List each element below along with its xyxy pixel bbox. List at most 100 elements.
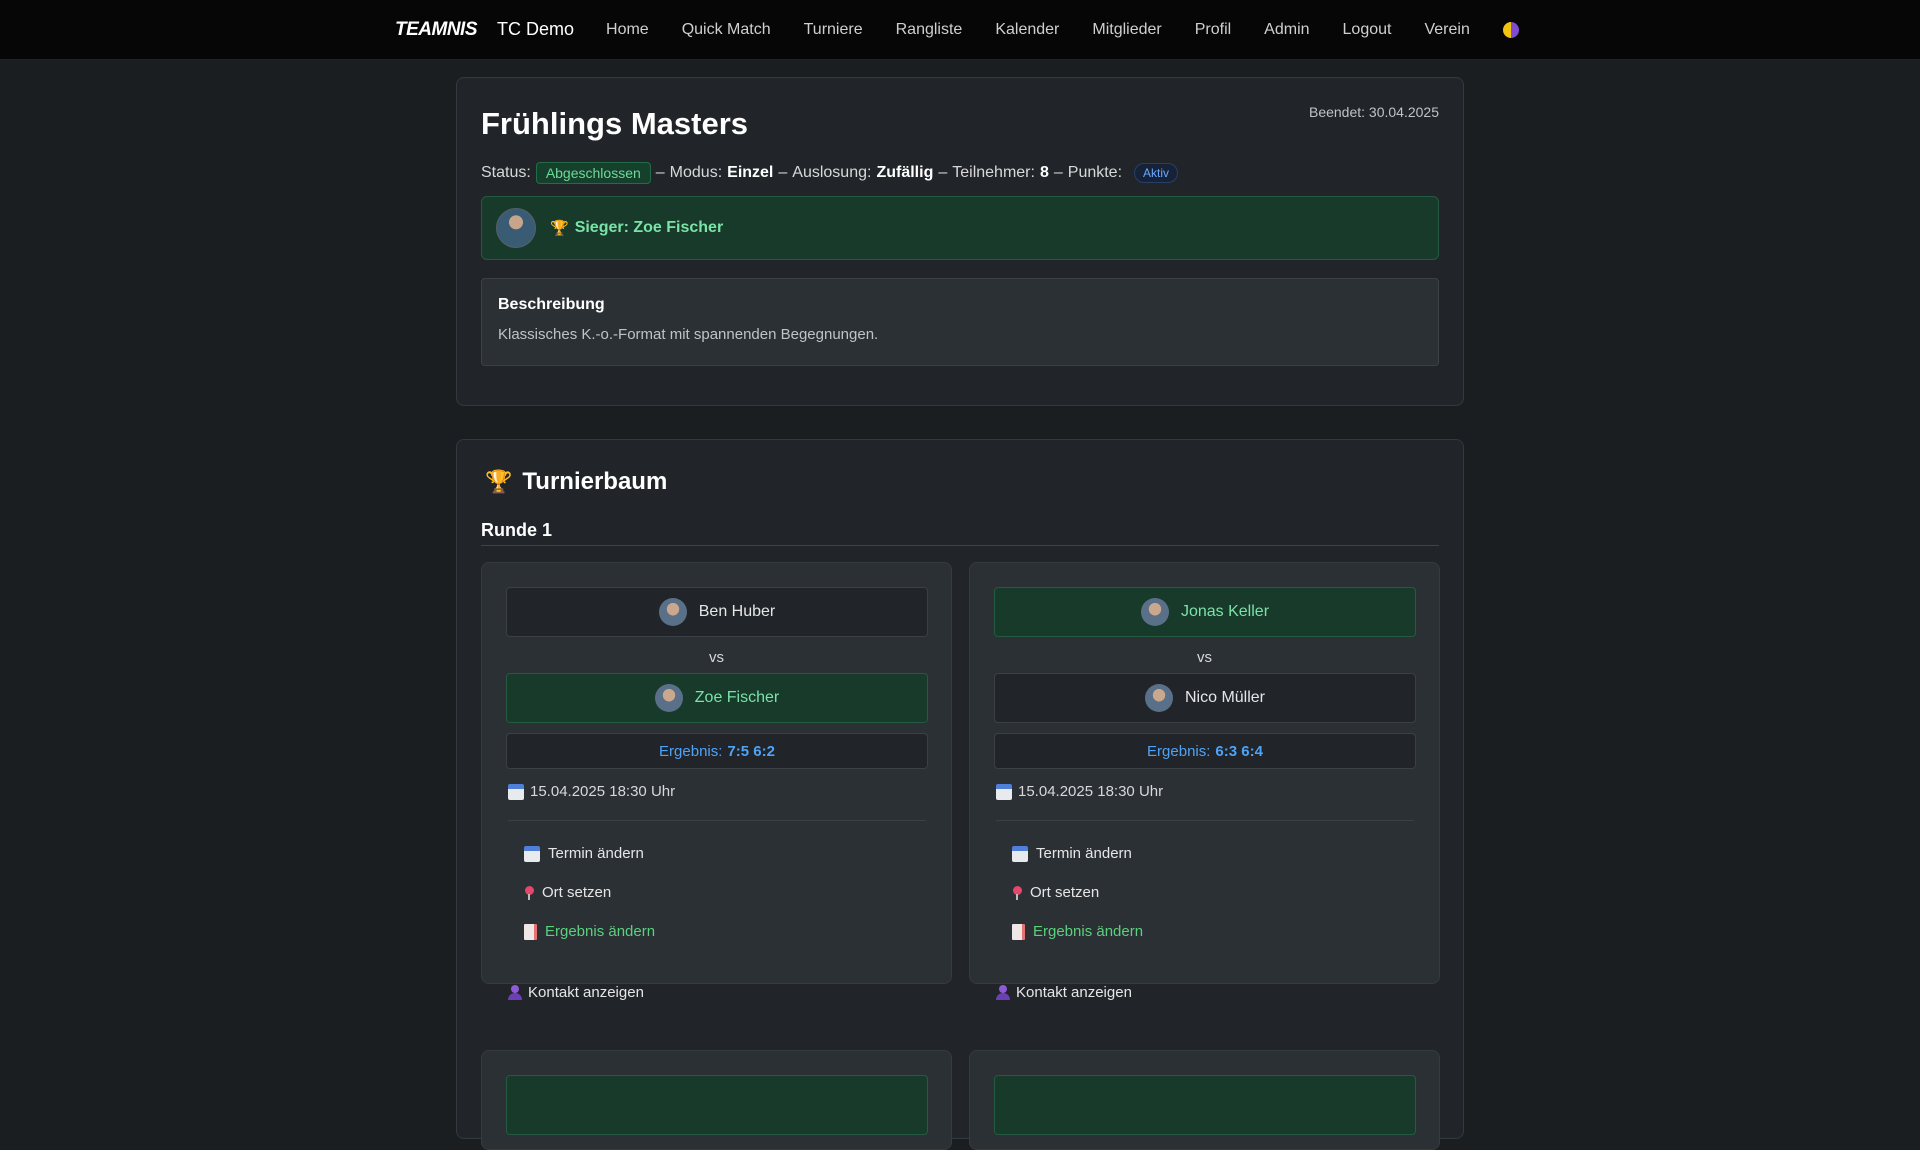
match-date: 15.04.2025 18:30 Uhr bbox=[996, 783, 1163, 800]
player-avatar bbox=[658, 598, 687, 626]
result-value: 7:5 6:2 bbox=[727, 742, 775, 760]
tournament-tree-card: 🏆 Turnierbaum Runde 1 Ben Huber vs Zoe F… bbox=[456, 439, 1464, 1150]
description-box: Beschreibung Klassisches K.-o.-Format mi… bbox=[481, 278, 1439, 366]
set-location-link[interactable]: Ort setzen bbox=[524, 884, 611, 901]
player-avatar bbox=[1140, 598, 1169, 626]
player-name: Ben Huber bbox=[698, 603, 776, 620]
brand-name[interactable]: TC Demo bbox=[497, 19, 574, 40]
calendar-icon bbox=[996, 783, 1012, 800]
match-card: Ben Huber vs Zoe Fischer Ergebnis: 7:5 6… bbox=[481, 562, 952, 1001]
nav-turniere[interactable]: Turniere bbox=[804, 21, 863, 39]
action-label: Ergebnis ändern bbox=[1033, 923, 1144, 940]
set-location-link[interactable]: Ort setzen bbox=[1012, 884, 1099, 901]
points-label: Punkte: bbox=[1067, 164, 1123, 181]
player-slot[interactable]: Ben Huber bbox=[506, 587, 928, 637]
ended-date: Beendet: 30.04.2025 bbox=[1308, 104, 1439, 120]
show-contact-link[interactable]: Kontakt anzeigen bbox=[508, 984, 644, 1001]
trophy-icon: 🏆 bbox=[485, 469, 513, 494]
divider bbox=[996, 820, 1414, 821]
participants-label: Teilnehmer: bbox=[952, 164, 1035, 181]
player-name: Zoe Fischer bbox=[694, 689, 780, 706]
document-icon bbox=[524, 923, 537, 940]
result-label: Ergebnis: bbox=[1147, 742, 1211, 760]
player-name: Nico Müller bbox=[1184, 689, 1265, 706]
divider bbox=[508, 820, 926, 821]
status-badge: Abgeschlossen bbox=[535, 162, 651, 184]
player-name: Jonas Keller bbox=[1180, 603, 1270, 620]
player-avatar bbox=[654, 684, 683, 712]
change-result-link[interactable]: Ergebnis ändern bbox=[1012, 923, 1143, 940]
vs-label: vs bbox=[1197, 649, 1212, 666]
calendar-icon bbox=[1012, 845, 1028, 862]
contact-label: Kontakt anzeigen bbox=[1016, 984, 1132, 1001]
participants-value: 8 bbox=[1039, 164, 1049, 181]
trophy-icon: 🏆 bbox=[550, 220, 569, 237]
vs-label: vs bbox=[709, 649, 724, 666]
theme-toggle-icon[interactable] bbox=[1502, 21, 1519, 38]
top-navbar: TEAMNIS TC Demo Home Quick Match Turnier… bbox=[0, 0, 1920, 60]
nav-home[interactable]: Home bbox=[606, 21, 649, 39]
match-date-text: 15.04.2025 18:30 Uhr bbox=[1018, 783, 1164, 800]
winner-banner: 🏆 Sieger: Zoe Fischer bbox=[481, 196, 1439, 260]
draw-label: Auslosung: bbox=[792, 164, 872, 181]
nav-logout[interactable]: Logout bbox=[1343, 21, 1392, 39]
show-contact-link[interactable]: Kontakt anzeigen bbox=[996, 984, 1132, 1001]
status-label: Status: bbox=[481, 164, 531, 181]
nav-rangliste[interactable]: Rangliste bbox=[896, 21, 963, 39]
separator: – bbox=[655, 164, 665, 181]
result-label: Ergebnis: bbox=[659, 742, 723, 760]
nav-verein[interactable]: Verein bbox=[1424, 21, 1469, 39]
result-box: Ergebnis: 7:5 6:2 bbox=[506, 733, 928, 769]
action-label: Ort setzen bbox=[1030, 884, 1100, 901]
separator: – bbox=[1053, 164, 1063, 181]
change-date-link[interactable]: Termin ändern bbox=[1012, 845, 1132, 862]
nav-profil[interactable]: Profil bbox=[1195, 21, 1231, 39]
calendar-icon bbox=[524, 845, 540, 862]
nav-kalender[interactable]: Kalender bbox=[995, 21, 1059, 39]
nav-admin[interactable]: Admin bbox=[1264, 21, 1309, 39]
pin-icon bbox=[524, 885, 534, 900]
tournament-title: Frühlings Masters bbox=[481, 106, 748, 141]
player-slot-winner[interactable] bbox=[506, 1075, 928, 1135]
change-date-link[interactable]: Termin ändern bbox=[524, 845, 644, 862]
separator: – bbox=[778, 164, 788, 181]
action-label: Ergebnis ändern bbox=[545, 923, 656, 940]
match-card bbox=[969, 1050, 1440, 1150]
points-badge: Aktiv bbox=[1134, 163, 1179, 183]
tree-title: 🏆 Turnierbaum bbox=[485, 468, 667, 496]
match-date-text: 15.04.2025 18:30 Uhr bbox=[530, 783, 676, 800]
result-box: Ergebnis: 6:3 6:4 bbox=[994, 733, 1416, 769]
calendar-icon bbox=[508, 783, 524, 800]
result-value: 6:3 6:4 bbox=[1215, 742, 1263, 760]
winner-text: Sieger: Zoe Fischer bbox=[574, 219, 724, 236]
player-avatar bbox=[1144, 684, 1173, 712]
nav-mitglieder[interactable]: Mitglieder bbox=[1092, 21, 1161, 39]
document-icon bbox=[1012, 923, 1025, 940]
winner-avatar bbox=[496, 208, 536, 248]
draw-value: Zufällig bbox=[876, 164, 934, 181]
logo-text: TEAMNIS bbox=[395, 18, 478, 40]
change-result-link[interactable]: Ergebnis ändern bbox=[524, 923, 655, 940]
match-date: 15.04.2025 18:30 Uhr bbox=[508, 783, 675, 800]
round-divider bbox=[481, 545, 1439, 546]
contact-label: Kontakt anzeigen bbox=[528, 984, 644, 1001]
mode-value: Einzel bbox=[727, 164, 774, 181]
teamnis-logo[interactable]: TEAMNIS bbox=[395, 18, 478, 41]
pin-icon bbox=[1012, 885, 1022, 900]
player-slot-winner[interactable]: Jonas Keller bbox=[994, 587, 1416, 637]
description-title: Beschreibung bbox=[498, 296, 605, 313]
status-line: Status: Abgeschlossen – Modus: Einzel – … bbox=[481, 162, 1179, 184]
action-label: Termin ändern bbox=[548, 845, 644, 862]
round-title: Runde 1 bbox=[481, 520, 553, 540]
mode-label: Modus: bbox=[669, 164, 723, 181]
player-slot-winner[interactable]: Zoe Fischer bbox=[506, 673, 928, 723]
player-slot[interactable]: Nico Müller bbox=[994, 673, 1416, 723]
user-icon bbox=[996, 985, 1010, 1000]
nav-quick-match[interactable]: Quick Match bbox=[682, 21, 771, 39]
action-label: Termin ändern bbox=[1036, 845, 1132, 862]
tree-title-text: Turnierbaum bbox=[522, 468, 668, 495]
tournament-info-card: Frühlings Masters Beendet: 30.04.2025 St… bbox=[456, 77, 1464, 406]
player-slot-winner[interactable] bbox=[994, 1075, 1416, 1135]
description-text: Klassisches K.-o.-Format mit spannenden … bbox=[498, 326, 879, 343]
separator: – bbox=[938, 164, 948, 181]
